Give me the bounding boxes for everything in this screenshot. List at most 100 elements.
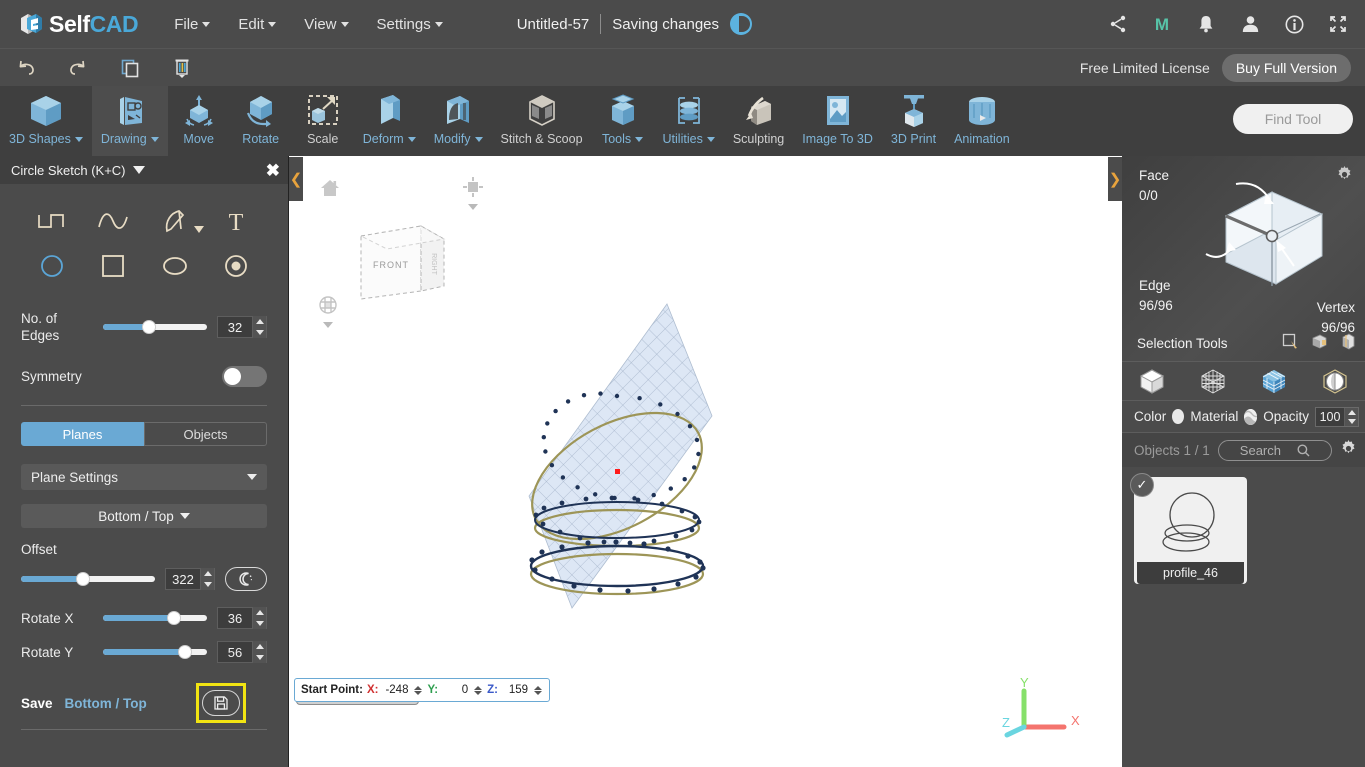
stepper-up[interactable] (201, 568, 214, 579)
curve-tool[interactable] (83, 202, 145, 242)
notifications-bell-icon[interactable] (1195, 13, 1217, 35)
grid-settings-toggle[interactable] (317, 294, 339, 328)
ring-tool[interactable] (206, 246, 268, 286)
ribbon-tools[interactable]: Tools (592, 86, 654, 156)
rotate-y-value[interactable]: 56 (218, 645, 252, 660)
opacity-stepper[interactable] (1344, 407, 1358, 426)
save-plane-value[interactable]: Bottom / Top (65, 696, 147, 711)
collapse-left-panel-button[interactable]: ❮ (289, 157, 303, 201)
stepper-down[interactable] (253, 327, 266, 338)
text-tool[interactable]: T (206, 202, 268, 242)
start-point-z-value[interactable]: 159 (502, 684, 528, 696)
mesh-wireframe-mode-icon[interactable] (1190, 365, 1236, 397)
left-panel-title-group[interactable]: Circle Sketch (K+C) (11, 163, 145, 178)
app-logo[interactable]: SelfCAD (18, 11, 139, 38)
ribbon-utilities[interactable]: Utilities (654, 86, 724, 156)
stepper-up[interactable] (253, 607, 266, 618)
vertex-count-group[interactable]: Vertex 96/96 (1317, 298, 1355, 338)
rotate-y-numberbox[interactable]: 56 (217, 641, 267, 663)
edges-value[interactable]: 32 (218, 320, 252, 335)
rotate-y-stepper[interactable] (252, 641, 266, 663)
offset-stepper[interactable] (200, 568, 214, 590)
tab-objects[interactable]: Objects (144, 422, 267, 446)
document-title[interactable]: Untitled-57 (517, 16, 590, 33)
objects-search-input[interactable]: Search (1217, 439, 1332, 461)
menu-edit[interactable]: Edit (224, 10, 290, 39)
chevron-down-icon[interactable] (323, 322, 333, 328)
freehand-tool[interactable] (144, 202, 206, 242)
rotate-x-stepper[interactable] (252, 607, 266, 629)
gear-icon[interactable] (1336, 166, 1353, 186)
tab-planes[interactable]: Planes (21, 422, 144, 446)
home-view-icon[interactable] (319, 178, 341, 201)
3d-viewport[interactable]: FRONT RIGHT Start Point: X: -248 Y: 0 Z:… (289, 156, 1122, 767)
box-select-icon[interactable] (1311, 333, 1328, 353)
edges-slider[interactable] (103, 320, 207, 334)
plane-settings-dropdown[interactable]: Plane Settings (21, 464, 267, 490)
menu-view[interactable]: View (290, 10, 362, 39)
object-card[interactable]: ✓ profile_46 (1130, 473, 1247, 584)
objects-settings-gear-icon[interactable] (1340, 440, 1357, 460)
stepper-down[interactable] (253, 652, 266, 663)
collapse-right-panel-button[interactable]: ❯ (1108, 157, 1122, 201)
start-point-y-value[interactable]: 0 (442, 684, 468, 696)
offset-value[interactable]: 322 (166, 572, 200, 587)
sketch-geometry[interactable] (504, 286, 734, 626)
edges-stepper[interactable] (252, 316, 266, 338)
start-point-x-stepper[interactable] (412, 685, 423, 695)
rectangle-tool[interactable] (83, 246, 145, 286)
menu-settings[interactable]: Settings (363, 10, 457, 39)
buy-full-version-button[interactable]: Buy Full Version (1221, 53, 1351, 82)
menu-file[interactable]: File (160, 10, 224, 39)
myminifactory-m-icon[interactable]: M (1151, 13, 1173, 35)
close-panel-button[interactable]: ✖ (266, 162, 280, 179)
rotate-x-numberbox[interactable]: 36 (217, 607, 267, 629)
polyline-tool[interactable] (21, 202, 83, 242)
face-mode-icon[interactable] (1251, 365, 1297, 397)
stepper-up[interactable] (253, 641, 266, 652)
stepper-up[interactable] (253, 316, 266, 327)
ribbon-modify[interactable]: Modify (425, 86, 492, 156)
top-view-toggle[interactable] (462, 176, 484, 210)
chevron-down-icon[interactable] (132, 166, 145, 174)
chevron-down-icon[interactable] (193, 221, 204, 236)
offset-slider[interactable] (21, 572, 155, 586)
user-account-icon[interactable] (1239, 13, 1261, 35)
start-point-x-value[interactable]: -248 (382, 684, 408, 696)
color-swatch[interactable] (1172, 409, 1185, 424)
delete-button[interactable] (156, 49, 208, 87)
opacity-value[interactable]: 100 (1316, 410, 1344, 424)
offset-numberbox[interactable]: 322 (165, 568, 215, 590)
ribbon-rotate[interactable]: Rotate (230, 86, 292, 156)
info-icon[interactable] (1283, 13, 1305, 35)
ribbon-sculpting[interactable]: Sculpting (724, 86, 793, 156)
start-point-y-stepper[interactable] (472, 685, 483, 695)
plane-choice-button[interactable]: Bottom / Top (21, 504, 267, 528)
fullscreen-icon[interactable] (1327, 13, 1349, 35)
object-checkbox[interactable]: ✓ (1130, 473, 1154, 497)
ribbon-drawing[interactable]: Drawing (91, 86, 168, 156)
ribbon-animation[interactable]: Animation (945, 86, 1019, 156)
ellipse-tool[interactable] (144, 246, 206, 286)
stepper-down[interactable] (253, 618, 266, 629)
redo-button[interactable] (52, 49, 104, 87)
copy-button[interactable] (104, 49, 156, 87)
start-point-input-group[interactable]: Start Point: X: -248 Y: 0 Z: 159 (294, 678, 550, 702)
flip-plane-button[interactable] (225, 567, 267, 591)
save-changes-button[interactable] (202, 690, 240, 716)
face-count-group[interactable]: Face 0/0 (1139, 166, 1169, 206)
find-tool-input[interactable]: Find Tool (1233, 104, 1353, 134)
material-swatch[interactable] (1244, 408, 1258, 425)
sphere-mode-icon[interactable] (1312, 365, 1358, 397)
stepper-down[interactable] (201, 579, 214, 590)
rotate-y-slider[interactable] (103, 645, 207, 659)
ribbon-deform[interactable]: Deform (354, 86, 425, 156)
rectangle-select-icon[interactable] (1282, 333, 1299, 353)
object-mode-icon[interactable] (1129, 365, 1175, 397)
ribbon-3d-print[interactable]: 3D Print (882, 86, 945, 156)
share-icon[interactable] (1107, 13, 1129, 35)
rotate-x-value[interactable]: 36 (218, 611, 252, 626)
start-point-z-stepper[interactable] (532, 685, 543, 695)
view-cube[interactable]: FRONT RIGHT (349, 211, 459, 321)
opacity-numberbox[interactable]: 100 (1315, 406, 1359, 427)
